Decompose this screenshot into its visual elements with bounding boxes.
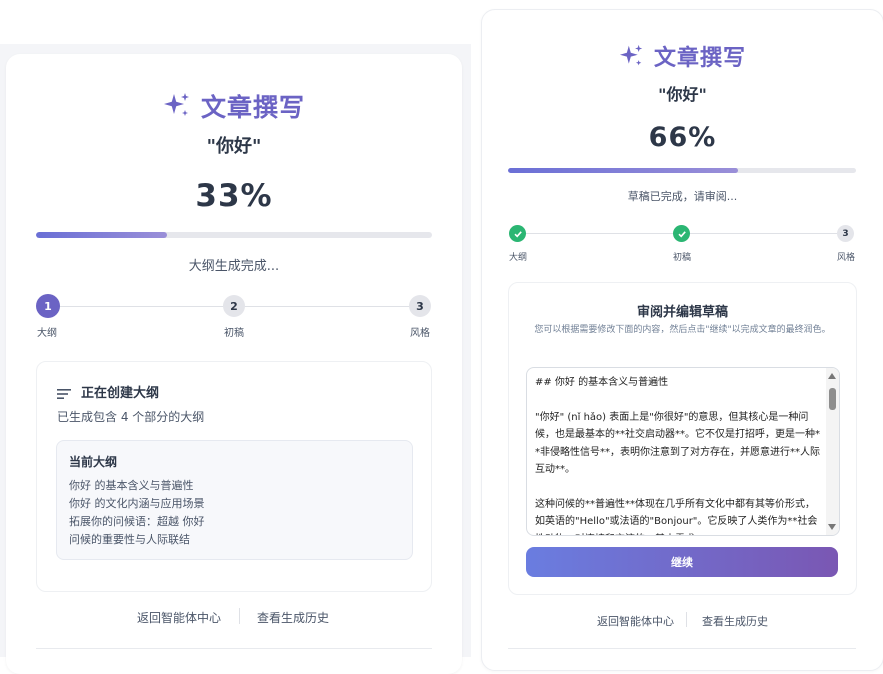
step-draft-circle	[673, 225, 690, 242]
view-history-link[interactable]: 查看生成历史	[257, 609, 329, 626]
check-icon	[677, 230, 686, 237]
review-heading: 审阅并编辑草稿	[636, 305, 728, 320]
outline-section: 正在创建大纲 已生成包含 4 个部分的大纲 当前大纲 你好 的基本含义与普遍性 …	[36, 361, 432, 592]
draft-text[interactable]: ## 你好 的基本含义与普遍性 "你好" (nǐ hǎo) 表面上是"你很好"的…	[535, 374, 822, 535]
step-draft-label: 初稿	[673, 253, 692, 263]
title-text: 文章撰写	[200, 93, 305, 122]
review-description: 您可以根据需要修改下面的内容，然后点击"继续"以完成文章的最终润色。	[534, 325, 831, 335]
back-to-agent-center-link[interactable]: 返回智能体中心	[597, 613, 674, 629]
outline-item: 你好 的文化内涵与应用场景	[69, 497, 205, 510]
progress-percent: 66%	[648, 122, 717, 153]
article-topic: "你好"	[206, 136, 262, 157]
scroll-down-arrow-icon[interactable]	[828, 524, 836, 530]
sparkle-icon	[619, 44, 644, 69]
scrollbar-thumb[interactable]	[829, 388, 836, 410]
card-title: 文章撰写	[6, 88, 462, 124]
article-topic: "你好"	[658, 85, 707, 104]
writer-card-right: 文章撰写 "你好" 66% 草稿已完成，请审阅... 3 大纲 初稿 风格 审阅…	[481, 9, 883, 671]
check-icon	[513, 230, 522, 237]
outline-item: 你好 的基本含义与普遍性	[69, 479, 194, 492]
back-to-agent-center-link[interactable]: 返回智能体中心	[137, 609, 221, 626]
continue-button[interactable]: 继续	[526, 547, 838, 577]
list-icon	[57, 385, 71, 404]
progress-percent: 33%	[195, 178, 273, 214]
view-history-link[interactable]: 查看生成历史	[702, 613, 768, 629]
step-draft-circle: 2	[223, 295, 245, 317]
step-style-label: 风格	[837, 253, 856, 263]
step-style-label: 风格	[410, 328, 430, 339]
outline-item: 问候的重要性与人际联结	[69, 533, 190, 546]
progress-status: 草稿已完成，请审阅...	[627, 190, 738, 203]
progress-bar	[508, 168, 856, 173]
review-section: 审阅并编辑草稿 您可以根据需要修改下面的内容，然后点击"继续"以完成文章的最终润…	[508, 282, 857, 595]
link-divider	[686, 612, 687, 627]
current-outline-box: 当前大纲 你好 的基本含义与普遍性 你好 的文化内涵与应用场景 拓展你的问候语：…	[56, 440, 413, 560]
draft-editor[interactable]: ## 你好 的基本含义与普遍性 "你好" (nǐ hǎo) 表面上是"你很好"的…	[526, 367, 840, 536]
step-outline-label: 大纲	[37, 328, 57, 339]
editor-scrollbar[interactable]	[826, 368, 839, 535]
footer-divider	[36, 648, 432, 649]
outline-description: 已生成包含 4 个部分的大纲	[57, 410, 205, 424]
step-outline-circle	[509, 225, 526, 242]
current-outline-heading: 当前大纲	[69, 455, 118, 469]
progress-bar-fill	[508, 168, 738, 173]
step-draft-label: 初稿	[224, 328, 244, 339]
scroll-up-arrow-icon[interactable]	[828, 373, 836, 379]
card-title: 文章撰写	[482, 40, 883, 72]
step-style-circle: 3	[837, 225, 854, 242]
step-outline-circle: 1	[36, 294, 60, 318]
outline-heading: 正在创建大纲	[81, 386, 160, 401]
progress-status: 大纲生成完成...	[188, 259, 280, 274]
step-outline-label: 大纲	[509, 253, 528, 263]
title-text: 文章撰写	[653, 46, 746, 71]
step-style-circle: 3	[409, 295, 431, 317]
link-divider	[239, 608, 240, 624]
progress-bar-fill	[36, 232, 167, 238]
sparkle-icon	[163, 92, 191, 120]
outline-item: 拓展你的问候语：超越 你好	[69, 515, 205, 528]
footer-divider	[508, 648, 856, 649]
writer-card-left: 文章撰写 "你好" 33% 大纲生成完成... 1 2 3 大纲 初稿 风格 正…	[6, 54, 462, 674]
progress-bar	[36, 232, 432, 238]
